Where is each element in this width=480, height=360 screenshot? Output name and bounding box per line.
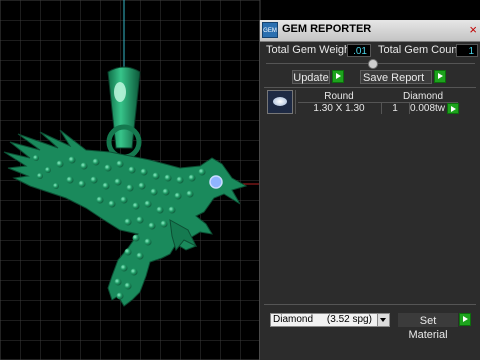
gem-shape-header: Round	[324, 91, 354, 102]
save-report-button[interactable]: Save Report	[360, 70, 446, 84]
slider-knob[interactable]	[368, 59, 378, 69]
gem-reporter-panel: GEM GEM REPORTER × Total Gem Weight .01 …	[259, 20, 480, 360]
col-divider	[295, 90, 296, 114]
update-play-icon	[332, 70, 344, 83]
update-button[interactable]: Update	[292, 70, 344, 84]
material-select-value: Diamond (3.52 spg)	[273, 314, 372, 325]
total-gem-weight-label: Total Gem Weight	[266, 44, 354, 56]
divider	[264, 304, 476, 305]
title-bar[interactable]: GEM GEM REPORTER ×	[260, 20, 480, 42]
total-gem-count-value: 1	[456, 44, 478, 57]
set-material-button[interactable]: Set Material	[398, 313, 472, 341]
gem-app-icon: GEM	[262, 22, 278, 38]
round-diamond-icon	[267, 90, 293, 114]
raven-eye-gem	[209, 175, 223, 189]
set-material-play-icon	[459, 313, 471, 326]
total-gem-count-label: Total Gem Count	[378, 44, 461, 56]
chevron-down-icon[interactable]	[377, 314, 389, 326]
gem-row-play-icon[interactable]	[447, 103, 459, 114]
gem-count-cell: 1	[392, 103, 398, 114]
material-select[interactable]: Diamond (3.52 spg)	[270, 313, 390, 327]
gem-material-header: Diamond	[402, 91, 444, 102]
total-gem-weight-value: .01	[347, 44, 371, 57]
gem-weight-cell: 0.008tw	[410, 103, 446, 114]
update-button-label: Update	[292, 70, 330, 84]
window-title: GEM REPORTER	[282, 23, 372, 35]
save-report-play-icon	[434, 70, 446, 83]
save-report-button-label: Save Report	[360, 70, 432, 84]
divider	[264, 87, 476, 88]
close-icon[interactable]: ×	[469, 22, 477, 37]
set-material-button-label: Set Material	[398, 313, 458, 341]
gem-size-cell: 1.30 X 1.30	[313, 103, 365, 114]
